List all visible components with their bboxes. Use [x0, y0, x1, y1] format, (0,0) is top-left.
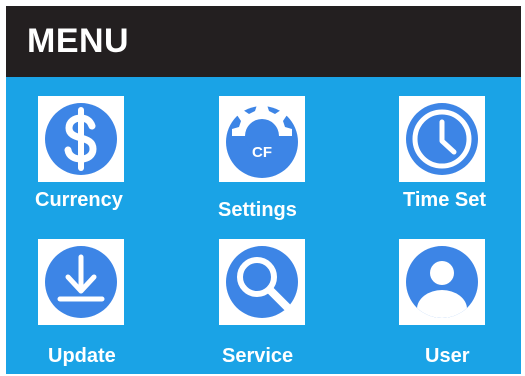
menu-item-label: Service: [222, 345, 294, 367]
download-icon: [45, 246, 117, 318]
user-icon-box: [399, 239, 485, 325]
menu-item-label: User: [425, 345, 470, 367]
currency-icon-box: [38, 96, 124, 182]
menu-item-time-set[interactable]: Time Set: [399, 96, 509, 226]
clock-icon-box: [399, 96, 485, 182]
menu-item-user[interactable]: User: [399, 239, 509, 369]
search-icon: [226, 246, 298, 318]
menu-item-service[interactable]: Service: [219, 239, 329, 369]
currency-dollar-icon: [45, 103, 117, 175]
menu-item-label: Update: [48, 345, 116, 367]
menu-screen: MENU Currency CF Settings Time Set Updat…: [6, 6, 521, 374]
svg-text:CF: CF: [252, 144, 272, 161]
update-icon-box: [38, 239, 124, 325]
settings-gear-icon: CF: [226, 105, 298, 178]
menu-item-label: Currency: [35, 189, 123, 211]
settings-icon-box: CF: [219, 96, 305, 182]
menu-item-currency[interactable]: Currency: [35, 96, 148, 226]
menu-header: MENU: [6, 6, 521, 77]
user-icon: [406, 246, 478, 318]
page-title: MENU: [27, 22, 130, 60]
clock-icon: [406, 103, 478, 175]
service-icon-box: [219, 239, 305, 325]
menu-item-settings[interactable]: CF Settings: [218, 96, 329, 228]
menu-item-label: Settings: [218, 199, 297, 221]
menu-item-update[interactable]: Update: [38, 239, 148, 369]
menu-item-label: Time Set: [403, 189, 486, 211]
